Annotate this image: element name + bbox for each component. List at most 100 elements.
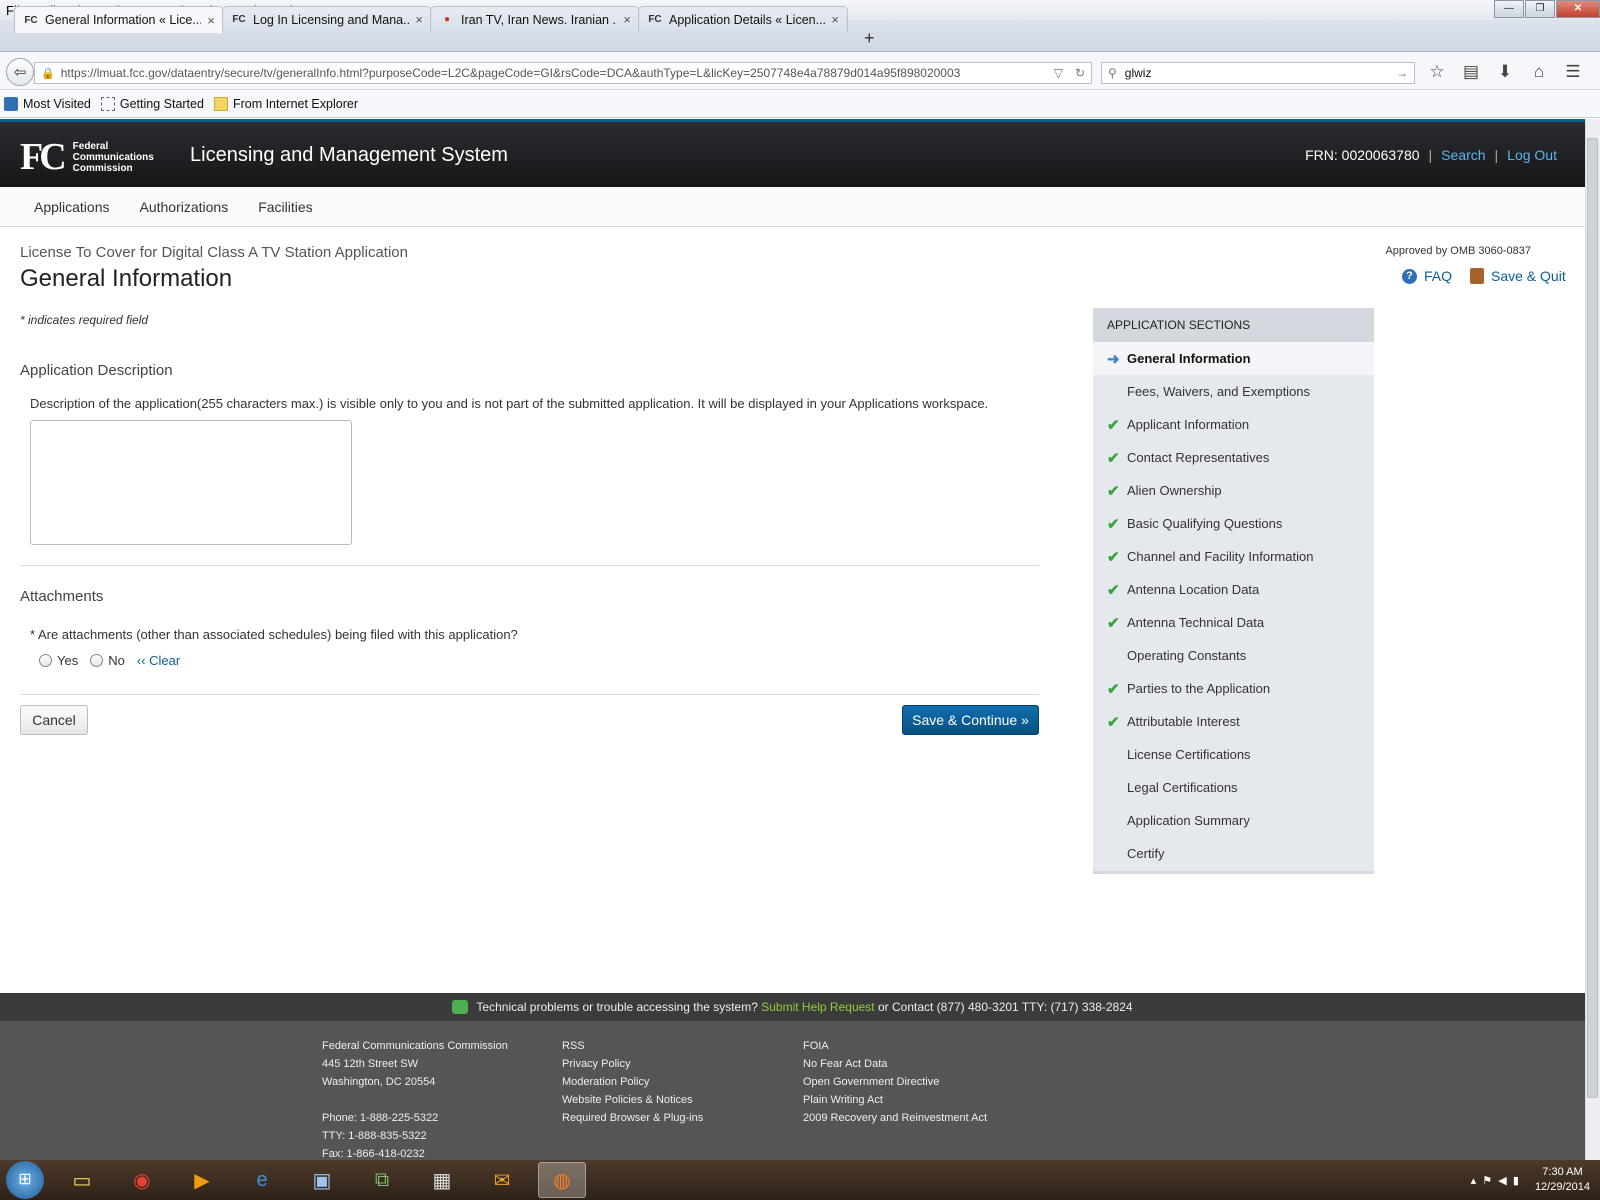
firefox-icon[interactable]: ◍	[538, 1162, 586, 1198]
section-label: License Certifications	[1127, 747, 1251, 762]
footer-link[interactable]: Privacy Policy	[562, 1055, 703, 1073]
reload-icon[interactable]: ↻	[1075, 66, 1085, 80]
calculator-icon[interactable]: ▦	[418, 1162, 466, 1198]
section-item[interactable]: ✔ Attributable Interest	[1093, 705, 1374, 738]
bookmark-most-visited[interactable]: Most Visited	[4, 97, 91, 111]
close-tab-icon[interactable]: ×	[623, 12, 631, 27]
tab-application-details[interactable]: FC Application Details « Licen... ×	[638, 6, 848, 32]
minimize-button[interactable]: —	[1494, 0, 1524, 18]
faq-link[interactable]: ? FAQ	[1402, 268, 1452, 284]
section-item[interactable]: ✔ Antenna Technical Data	[1093, 606, 1374, 639]
section-item[interactable]: ·Certify	[1093, 837, 1374, 870]
bookmark-from-ie[interactable]: From Internet Explorer	[213, 97, 358, 111]
bookmark-label: Getting Started	[119, 97, 204, 111]
footer-link[interactable]: Open Government Directive	[803, 1073, 987, 1091]
search-go-icon[interactable]: →	[1396, 66, 1408, 80]
footer-link[interactable]: No Fear Act Data	[803, 1055, 987, 1073]
bookmark-getting-started[interactable]: Getting Started	[100, 97, 204, 111]
outlook-icon[interactable]: ✉	[478, 1162, 526, 1198]
footer-contact-line: Washington, DC 20554	[322, 1076, 436, 1088]
section-item[interactable]: ·Operating Constants	[1093, 639, 1374, 672]
section-item[interactable]: ✔ Alien Ownership	[1093, 474, 1374, 507]
section-item[interactable]: ·License Certifications	[1093, 738, 1374, 771]
close-tab-icon[interactable]: ×	[415, 12, 423, 27]
start-button[interactable]: ⊞	[6, 1161, 44, 1199]
tab-iran-tv[interactable]: ● Iran TV, Iran News. Iranian ... ×	[430, 6, 640, 32]
window-controls: — ❐ ✕	[1493, 0, 1600, 18]
network-tool-icon[interactable]: ⧉	[358, 1162, 406, 1198]
footer-link[interactable]: Required Browser & Plug-ins	[562, 1109, 703, 1127]
section-item[interactable]: ✔ Applicant Information	[1093, 408, 1374, 441]
tab-general-information[interactable]: FC General Information « Lice... ×	[14, 6, 224, 33]
internet-explorer-icon[interactable]: e	[238, 1162, 286, 1198]
section-item[interactable]: ✔ Contact Representatives	[1093, 441, 1374, 474]
browser-search-box[interactable]: ⚲ glwiz →	[1101, 62, 1415, 84]
show-hidden-icons[interactable]: ▴	[1471, 1174, 1477, 1187]
clock[interactable]: 7:30 AM 12/29/2014	[1535, 1165, 1590, 1195]
volume-icon[interactable]: ◀	[1498, 1174, 1506, 1187]
section-item[interactable]: ✔ Basic Qualifying Questions	[1093, 507, 1374, 540]
search-link[interactable]: Search	[1441, 147, 1485, 163]
page-viewport: FC Federal Communications Commission Lic…	[0, 119, 1585, 1160]
section-label: Certify	[1127, 846, 1165, 861]
required-field-note: * indicates required field	[20, 313, 149, 327]
save-and-quit-link[interactable]: Save & Quit	[1470, 268, 1566, 284]
save-and-continue-button[interactable]: Save & Continue »	[902, 705, 1039, 735]
bookmark-star-icon[interactable]: ☆	[1420, 62, 1454, 82]
section-item[interactable]: ✔ Parties to the Application	[1093, 672, 1374, 705]
checkmark-icon: ✔	[1107, 515, 1120, 533]
footer-link[interactable]: Website Policies & Notices	[562, 1091, 703, 1109]
network-icon[interactable]: ⚑	[1482, 1174, 1492, 1187]
nav-authorizations[interactable]: Authorizations	[140, 199, 229, 215]
remote-desktop-icon[interactable]: ▣	[298, 1162, 346, 1198]
windows-taskbar: ⊞ ▭ ◉ ▶ e ▣ ⧉ ▦ ✉ ◍ ▴ ⚑ ◀ ▮ 7:30 AM 12/2…	[0, 1160, 1600, 1200]
application-description-textarea[interactable]	[30, 420, 352, 545]
footer-link[interactable]: 2009 Recovery and Reinvestment Act	[803, 1109, 987, 1127]
new-tab-button[interactable]: +	[864, 28, 875, 49]
footer-link[interactable]: Plain Writing Act	[803, 1091, 987, 1109]
tab-login[interactable]: FC Log In Licensing and Mana... ×	[222, 6, 432, 32]
nav-applications[interactable]: Applications	[34, 199, 110, 215]
section-label: Applicant Information	[1127, 417, 1250, 432]
section-item[interactable]: ·Application Summary	[1093, 804, 1374, 837]
hamburger-menu-icon[interactable]: ☰	[1556, 62, 1590, 82]
file-explorer-icon[interactable]: ▭	[58, 1162, 106, 1198]
battery-icon[interactable]: ▮	[1513, 1174, 1519, 1187]
cancel-button[interactable]: Cancel	[20, 705, 88, 735]
dropdown-arrow-icon[interactable]: ▽	[1054, 66, 1063, 80]
chrome-icon[interactable]: ◉	[118, 1162, 166, 1198]
section-item[interactable]: ·Fees, Waivers, and Exemptions	[1093, 375, 1374, 408]
yes-radio[interactable]	[39, 654, 52, 667]
section-item[interactable]: ✔ Channel and Facility Information	[1093, 540, 1374, 573]
section-item[interactable]: ✔ Antenna Location Data	[1093, 573, 1374, 606]
close-tab-icon[interactable]: ×	[831, 12, 839, 27]
no-radio[interactable]	[90, 654, 104, 667]
section-item[interactable]: ➜ General Information	[1093, 342, 1374, 375]
submit-help-request-link[interactable]: Submit Help Request	[761, 1000, 874, 1014]
section-label: Application Summary	[1127, 813, 1250, 828]
system-tray: ▴ ⚑ ◀ ▮ 7:30 AM 12/29/2014	[1471, 1160, 1590, 1200]
checkmark-icon: ✔	[1107, 449, 1120, 467]
downloads-icon[interactable]: ⬇	[1488, 62, 1522, 82]
nav-facilities[interactable]: Facilities	[258, 199, 312, 215]
attachments-yes-option[interactable]: Yes	[39, 653, 78, 668]
maximize-button[interactable]: ❐	[1525, 0, 1555, 18]
help-contact: or Contact (877) 480-3201 TTY: (717) 338…	[877, 1000, 1133, 1014]
footer-link[interactable]: FOIA	[803, 1037, 987, 1055]
reading-list-icon[interactable]: ▤	[1454, 62, 1488, 82]
close-tab-icon[interactable]: ×	[207, 13, 215, 28]
footer-link[interactable]: Moderation Policy	[562, 1073, 703, 1091]
fcc-logo[interactable]: FC Federal Communications Commission	[20, 138, 173, 176]
scrollbar-thumb[interactable]	[1587, 138, 1598, 1098]
back-button[interactable]: ⇦	[6, 58, 34, 86]
attachments-no-option[interactable]: No	[90, 653, 125, 668]
current-arrow-icon: ➜	[1107, 350, 1120, 368]
media-player-icon[interactable]: ▶	[178, 1162, 226, 1198]
section-item[interactable]: ·Legal Certifications	[1093, 771, 1374, 804]
url-bar[interactable]: 🔒 https://lmuat.fcc.gov/dataentry/secure…	[34, 62, 1092, 84]
home-icon[interactable]: ⌂	[1522, 62, 1556, 82]
close-window-button[interactable]: ✕	[1556, 0, 1600, 18]
clear-link[interactable]: ‹‹ Clear	[137, 653, 180, 668]
logout-link[interactable]: Log Out	[1507, 147, 1557, 163]
footer-link[interactable]: RSS	[562, 1037, 703, 1055]
